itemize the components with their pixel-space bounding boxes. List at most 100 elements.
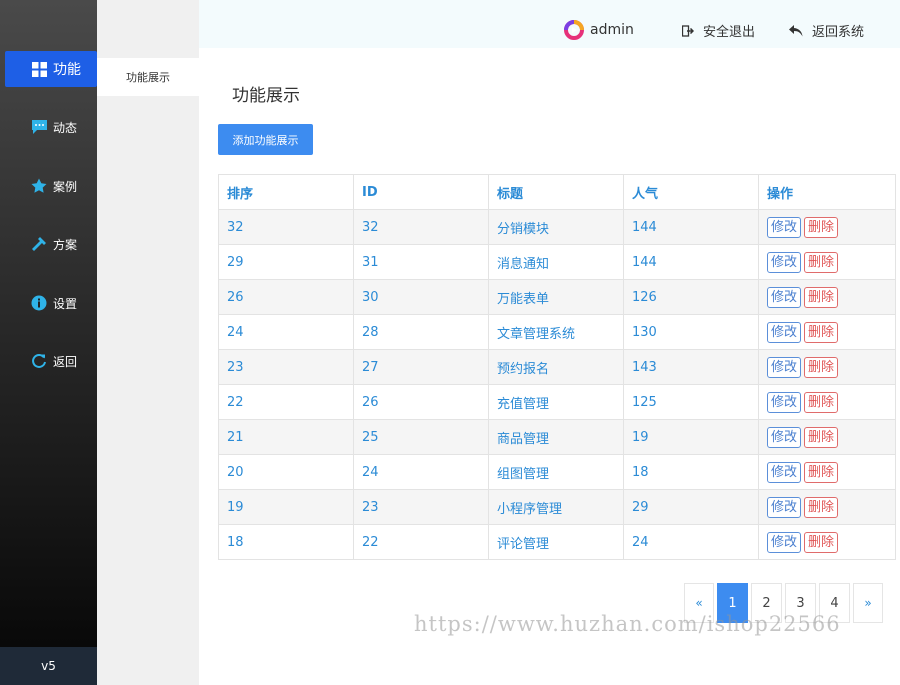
page-title: 功能展示 [232, 86, 300, 106]
back-system-label: 返回系统 [812, 25, 865, 40]
cell-sort: 26 [218, 279, 354, 315]
edit-button[interactable]: 修改 [767, 391, 802, 413]
edit-button[interactable]: 修改 [767, 286, 802, 308]
cell-title: 文章管理系统 [488, 314, 624, 350]
table-row: 20 24 组图管理 18 修改 删除 [218, 454, 896, 490]
edit-button[interactable]: 修改 [767, 216, 802, 238]
cell-id: 30 [353, 279, 489, 315]
cell-actions: 修改 删除 [758, 244, 896, 280]
cell-sort: 21 [218, 419, 354, 455]
delete-button[interactable]: 删除 [804, 496, 839, 518]
cell-actions: 修改 删除 [758, 279, 896, 315]
cell-title: 商品管理 [488, 419, 624, 455]
version-label: v5 [0, 647, 97, 685]
cell-views: 130 [623, 314, 759, 350]
cell-views: 125 [623, 384, 759, 420]
nav-item-news[interactable]: 动态 [5, 109, 97, 145]
edit-button[interactable]: 修改 [767, 496, 802, 518]
cell-id: 26 [353, 384, 489, 420]
cell-title: 组图管理 [488, 454, 624, 490]
edit-button[interactable]: 修改 [767, 321, 802, 343]
cell-actions: 修改 删除 [758, 209, 896, 245]
edit-button[interactable]: 修改 [767, 426, 802, 448]
column-header: 人气 [623, 174, 759, 210]
table-header-row: 排序 ID 标题 人气 操作 [218, 174, 896, 210]
cell-title: 预约报名 [488, 349, 624, 385]
logout-icon [682, 24, 694, 37]
cell-sort: 18 [218, 524, 354, 560]
delete-button[interactable]: 删除 [804, 321, 839, 343]
cell-title: 评论管理 [488, 524, 624, 560]
username: admin [590, 22, 634, 38]
table-row: 24 28 文章管理系统 130 修改 删除 [218, 314, 896, 350]
delete-button[interactable]: 删除 [804, 356, 839, 378]
user-menu[interactable]: admin [564, 20, 634, 40]
cell-title: 小程序管理 [488, 489, 624, 525]
edit-button[interactable]: 修改 [767, 356, 802, 378]
watermark: https://www.huzhan.com/ishop22566 [414, 612, 841, 636]
user-logo-icon [564, 20, 584, 40]
delete-button[interactable]: 删除 [804, 286, 839, 308]
subnav-item-feature-display[interactable]: 功能展示 [97, 58, 199, 96]
nav-item-cases[interactable]: 案例 [5, 168, 97, 204]
delete-button[interactable]: 删除 [804, 391, 839, 413]
table-row: 21 25 商品管理 19 修改 删除 [218, 419, 896, 455]
cell-id: 31 [353, 244, 489, 280]
column-header: ID [353, 174, 489, 210]
edit-button[interactable]: 修改 [767, 461, 802, 483]
table-row: 29 31 消息通知 144 修改 删除 [218, 244, 896, 280]
cell-title: 充值管理 [488, 384, 624, 420]
feature-table: 排序 ID 标题 人气 操作 32 32 分销模块 144 修改 删除 29 31 消息通知 14… [218, 174, 896, 560]
main-sidebar: 功能 动态 案例 方案 设置 返回 v5 [0, 0, 97, 685]
nav-item-solutions[interactable]: 方案 [5, 226, 97, 262]
nav-item-label: 返回 [53, 354, 78, 369]
column-header: 操作 [758, 174, 896, 210]
edit-button[interactable]: 修改 [767, 531, 802, 553]
cell-title: 分销模块 [488, 209, 624, 245]
delete-button[interactable]: 删除 [804, 251, 839, 273]
nav-item-features[interactable]: 功能 [5, 51, 97, 87]
cell-views: 144 [623, 244, 759, 280]
logout-label: 安全退出 [703, 25, 756, 40]
column-header: 标题 [488, 174, 624, 210]
cell-id: 28 [353, 314, 489, 350]
edit-button[interactable]: 修改 [767, 251, 802, 273]
table-row: 18 22 评论管理 24 修改 删除 [218, 524, 896, 560]
nav-item-back[interactable]: 返回 [5, 343, 97, 379]
cell-sort: 24 [218, 314, 354, 350]
column-header: 排序 [218, 174, 354, 210]
table-row: 22 26 充值管理 125 修改 删除 [218, 384, 896, 420]
table-row: 19 23 小程序管理 29 修改 删除 [218, 489, 896, 525]
cell-id: 24 [353, 454, 489, 490]
cell-views: 19 [623, 419, 759, 455]
nav-item-label: 功能 [53, 62, 81, 78]
cell-actions: 修改 删除 [758, 384, 896, 420]
cell-actions: 修改 删除 [758, 489, 896, 525]
delete-button[interactable]: 删除 [804, 426, 839, 448]
cell-views: 29 [623, 489, 759, 525]
cell-sort: 22 [218, 384, 354, 420]
cell-actions: 修改 删除 [758, 524, 896, 560]
reply-icon [789, 24, 803, 37]
delete-button[interactable]: 删除 [804, 461, 839, 483]
cell-id: 25 [353, 419, 489, 455]
chat-icon [30, 118, 48, 136]
delete-button[interactable]: 删除 [804, 216, 839, 238]
logout-link[interactable]: 安全退出 [682, 21, 755, 40]
cell-actions: 修改 删除 [758, 349, 896, 385]
nav-item-label: 案例 [53, 179, 78, 194]
cell-sort: 29 [218, 244, 354, 280]
delete-button[interactable]: 删除 [804, 531, 839, 553]
back-system-link[interactable]: 返回系统 [789, 21, 864, 40]
grid-icon [30, 60, 48, 78]
next-page-button[interactable]: » [853, 583, 883, 623]
add-feature-button[interactable]: 添加功能展示 [218, 124, 313, 155]
cell-sort: 23 [218, 349, 354, 385]
cell-views: 18 [623, 454, 759, 490]
table-row: 26 30 万能表单 126 修改 删除 [218, 279, 896, 315]
nav-item-settings[interactable]: 设置 [5, 285, 97, 321]
table-row: 32 32 分销模块 144 修改 删除 [218, 209, 896, 245]
cell-id: 22 [353, 524, 489, 560]
cell-actions: 修改 删除 [758, 454, 896, 490]
refresh-icon [30, 352, 48, 370]
